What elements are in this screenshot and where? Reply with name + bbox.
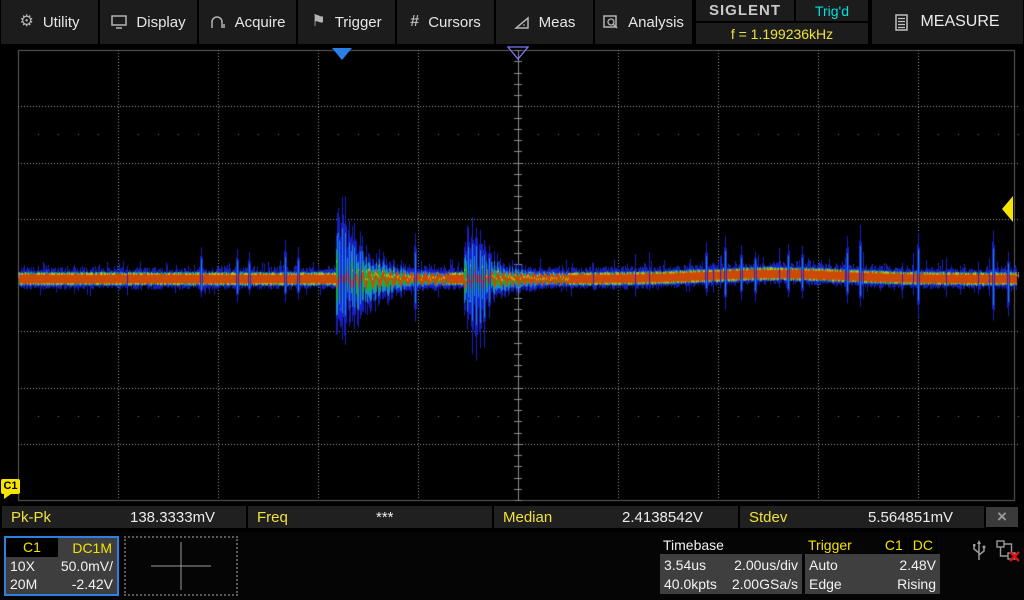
trigger-panel[interactable]: Trigger C1 DC Auto 2.48V Edge Rising	[805, 536, 940, 594]
trigger-source: C1	[880, 536, 907, 554]
measurement-value: 5.564851mV	[868, 508, 954, 526]
trigger-title: Trigger	[808, 537, 852, 553]
timebase-panel[interactable]: Timebase 3.54us 2.00us/div 40.0kpts 2.00…	[660, 536, 802, 594]
measurement-label: Stdev	[749, 508, 788, 526]
measurement-median[interactable]: Median 2.4138542V	[494, 506, 738, 528]
measurement-bar: Pk-Pk 138.3333mV Freq *** Median 2.41385…	[0, 505, 1024, 529]
trigger-coupling: DC	[908, 536, 937, 554]
menu-item-meas[interactable]: Meas	[496, 0, 593, 44]
meas-icon	[513, 15, 530, 29]
frequency-counter: f = 1.199236kHz	[696, 23, 868, 44]
menu-item-analysis[interactable]: Analysis	[595, 0, 692, 44]
channel-scale: 50.0mV/	[60, 558, 113, 574]
acquire-icon	[210, 15, 226, 29]
menu-item-utility[interactable]: ⚙ Utility	[1, 0, 98, 44]
trigger-level: 2.48V	[899, 556, 936, 573]
menu-item-label: Cursors	[428, 13, 481, 31]
oscilloscope-screen: ⚙ Utility Display Acquire ⚑ Trigger # Cu…	[0, 0, 1024, 600]
menu-item-label: Display	[136, 13, 186, 31]
close-icon: ×	[997, 507, 1007, 526]
trigger-delay-marker[interactable]	[332, 48, 352, 60]
brand-logo: SIGLENT	[696, 0, 794, 21]
channel-name: C1	[6, 538, 58, 557]
measurement-stdev[interactable]: Stdev 5.564851mV	[740, 506, 984, 528]
menu-item-display[interactable]: Display	[100, 0, 197, 44]
waveform-canvas[interactable]	[0, 45, 1024, 505]
measurement-value: ***	[376, 508, 394, 526]
trigger-type: Edge	[809, 575, 842, 592]
close-measurements-button[interactable]: ×	[986, 507, 1018, 527]
menu-bar: ⚙ Utility Display Acquire ⚑ Trigger # Cu…	[0, 0, 1024, 45]
timebase-samplerate: 2.00GSa/s	[731, 575, 798, 592]
timebase-memory: 40.0kpts	[664, 575, 717, 592]
channel-position-tag[interactable]: C1	[1, 479, 20, 499]
menu-item-trigger[interactable]: ⚑ Trigger	[298, 0, 395, 44]
measurement-label: Freq	[257, 508, 288, 526]
channel-bandwidth: 20M	[10, 576, 38, 592]
active-menu-title: MEASURE	[872, 0, 1023, 44]
timebase-delay: 3.54us	[664, 556, 707, 573]
cursors-icon: #	[410, 13, 420, 30]
menu-item-label: Acquire	[234, 13, 286, 31]
usb-icon	[973, 540, 986, 560]
gear-icon: ⚙	[19, 13, 34, 30]
channel1-descriptor[interactable]: C1 DC1M 10X 50.0mV/ 20M -2.42V	[4, 536, 119, 596]
brand-block: SIGLENT Trig'd f = 1.199236kHz	[696, 0, 868, 44]
add-channel-icon	[151, 542, 211, 590]
trigger-position-marker[interactable]	[507, 46, 529, 61]
menu-item-acquire[interactable]: Acquire	[199, 0, 296, 44]
measurement-pkpk[interactable]: Pk-Pk 138.3333mV	[2, 506, 246, 528]
add-channel-slot[interactable]	[124, 536, 238, 596]
timebase-scale: 2.00us/div	[734, 556, 798, 573]
trigger-status: Trig'd	[796, 0, 868, 21]
channel-coupling: DC1M	[72, 539, 112, 556]
menu-item-label: Trigger	[334, 13, 382, 31]
list-icon	[895, 13, 909, 31]
measurement-label: Median	[503, 508, 553, 526]
display-icon	[111, 15, 128, 29]
measurement-label: Pk-Pk	[11, 508, 52, 526]
menu-item-cursors[interactable]: # Cursors	[397, 0, 494, 44]
timebase-title: Timebase	[663, 537, 724, 553]
trigger-mode: Auto	[809, 556, 838, 573]
menu-item-label: Utility	[42, 13, 80, 31]
status-bar: C1 DC1M 10X 50.0mV/ 20M -2.42V Timebase	[0, 532, 1024, 600]
channel-offset: -2.42V	[71, 576, 113, 592]
measurement-freq[interactable]: Freq ***	[248, 506, 492, 528]
measurement-value: 138.3333mV	[130, 508, 216, 526]
lan-disconnected-icon	[996, 540, 1020, 562]
menu-item-label: Analysis	[628, 13, 684, 31]
measurement-value: 2.4138542V	[622, 508, 703, 526]
channel-probe: 10X	[10, 558, 35, 574]
waveform-display[interactable]: C1	[0, 45, 1024, 505]
menu-item-label: Meas	[538, 13, 576, 31]
trigger-slope: Rising	[897, 575, 936, 592]
analysis-icon	[603, 14, 619, 30]
trigger-level-marker[interactable]	[1002, 196, 1013, 222]
active-menu-label: MEASURE	[920, 13, 1000, 30]
flag-icon: ⚑	[311, 13, 326, 30]
